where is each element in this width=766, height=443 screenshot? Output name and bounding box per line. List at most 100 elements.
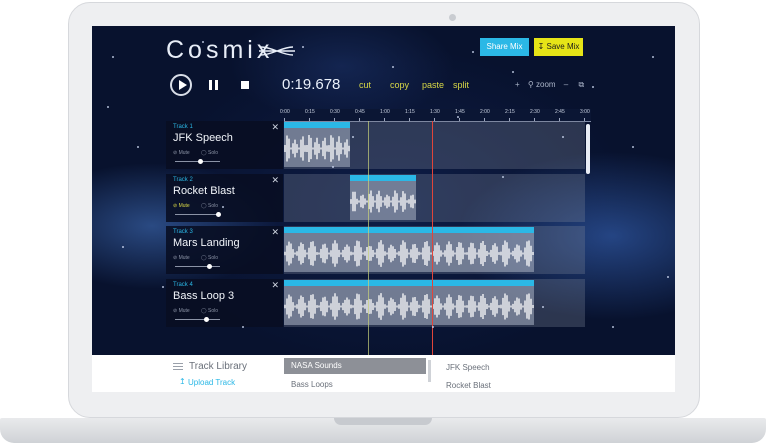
minus-icon[interactable]: –	[564, 80, 568, 89]
search-icon: ⚲	[527, 80, 534, 89]
waveform	[350, 190, 416, 213]
track-lane[interactable]	[284, 279, 585, 327]
volume-knob[interactable]	[204, 317, 209, 322]
star	[457, 116, 459, 118]
solo-label: Solo	[208, 150, 219, 156]
track-lane[interactable]	[284, 226, 585, 274]
solo-label: Solo	[208, 255, 219, 261]
stop-icon[interactable]	[241, 81, 249, 89]
library-title: Track Library	[189, 361, 247, 372]
tick-label: 1:30	[430, 109, 440, 115]
category-nasa-sounds[interactable]: NASA Sounds	[284, 358, 426, 374]
clip-header[interactable]	[284, 122, 350, 128]
clip-header[interactable]	[350, 175, 416, 181]
solo-icon: ◯	[201, 150, 207, 156]
volume-knob[interactable]	[207, 264, 212, 269]
track-lane[interactable]	[284, 174, 585, 222]
mute-toggle[interactable]: ⊘ Mute	[173, 255, 190, 261]
clip-header[interactable]	[284, 227, 534, 233]
star	[302, 46, 304, 48]
library-track-item[interactable]: Rocket Blast	[446, 381, 491, 390]
solo-toggle[interactable]: ◯ Solo	[201, 150, 218, 156]
mute-toggle[interactable]: ⊘ Mute	[173, 203, 190, 209]
track-number: Track 3	[173, 229, 193, 235]
volume-slider[interactable]	[175, 212, 221, 217]
play-icon[interactable]	[170, 74, 192, 96]
volume-knob[interactable]	[216, 212, 221, 217]
star	[122, 246, 124, 248]
mute-icon: ⊘	[173, 150, 178, 156]
volume-slider[interactable]	[175, 317, 220, 322]
audio-clip[interactable]	[284, 280, 534, 325]
laptop-notch	[334, 418, 432, 425]
solo-toggle[interactable]: ◯ Solo	[201, 255, 218, 261]
close-icon[interactable]: ✕	[271, 175, 279, 186]
mute-toggle[interactable]: ⊘ Mute	[173, 308, 190, 314]
volume-slider[interactable]	[175, 264, 220, 269]
library-track-item[interactable]: JFK Speech	[446, 363, 490, 372]
star	[512, 71, 514, 73]
track-name: JFK Speech	[173, 132, 233, 144]
tick-label: 2:00	[480, 109, 490, 115]
track-name: Rocket Blast	[173, 185, 235, 197]
star	[652, 56, 654, 58]
close-icon[interactable]: ✕	[271, 280, 279, 291]
mute-label: Mute	[178, 150, 190, 156]
timeline-scrollbar[interactable]	[586, 124, 590, 174]
save-mix-label: Save Mix	[546, 42, 580, 51]
solo-toggle[interactable]: ◯ Solo	[201, 203, 218, 209]
tick-label: 0:00	[280, 109, 290, 115]
plus-icon[interactable]: +	[515, 80, 520, 89]
track-controls: Track 2 Rocket Blast ✕ ⊘ Mute ◯ Solo	[166, 174, 283, 222]
solo-toggle[interactable]: ◯ Solo	[201, 308, 218, 314]
fit-icon[interactable]: ⧉	[578, 80, 584, 89]
category-bass-loops[interactable]: Bass Loops	[291, 380, 333, 389]
star	[432, 326, 434, 328]
cut-button[interactable]: cut	[359, 80, 371, 90]
solo-icon: ◯	[201, 308, 207, 314]
copy-button[interactable]: copy	[390, 80, 409, 90]
track-number: Track 4	[173, 282, 193, 288]
upload-track-link[interactable]: ↥ Upload Track	[179, 377, 235, 387]
mute-icon: ⊘	[173, 255, 178, 261]
star	[162, 286, 164, 288]
split-button[interactable]: split	[453, 80, 469, 90]
waveform-path	[284, 293, 534, 320]
volume-knob[interactable]	[198, 159, 203, 164]
track-lane[interactable]	[284, 121, 585, 169]
track-controls: Track 1 JFK Speech ✕ ⊘ Mute ◯ Solo	[166, 121, 283, 169]
save-mix-button[interactable]: ↧ Save Mix	[534, 38, 583, 56]
star	[632, 146, 634, 148]
time-display: 0:19.678	[282, 76, 341, 93]
audio-clip[interactable]	[350, 175, 416, 220]
track-number: Track 2	[173, 177, 193, 183]
tick-label: 2:15	[505, 109, 515, 115]
library-scrollbar[interactable]	[428, 360, 431, 382]
share-mix-button[interactable]: Share Mix	[480, 38, 529, 56]
audio-clip[interactable]	[284, 122, 350, 167]
close-icon[interactable]: ✕	[271, 122, 279, 133]
tick-label: 2:45	[555, 109, 565, 115]
solo-label: Solo	[208, 308, 219, 314]
mute-label: Mute	[178, 308, 190, 314]
menu-icon	[173, 363, 183, 371]
star	[107, 106, 109, 108]
track-name: Bass Loop 3	[173, 290, 235, 302]
star	[472, 51, 474, 53]
audio-clip[interactable]	[284, 227, 534, 272]
app-screen: Cosmix Share Mix ↧ Save Mix 0:19.678 cut…	[92, 26, 675, 392]
zoom-label: zoom	[536, 80, 556, 89]
playhead[interactable]	[432, 121, 433, 355]
camera-icon	[449, 14, 456, 21]
star	[137, 146, 139, 148]
upload-icon: ↥	[179, 377, 186, 386]
clip-header[interactable]	[284, 280, 534, 286]
track-library: Track Library ↥ Upload Track NASA Sounds…	[92, 355, 675, 392]
paste-button[interactable]: paste	[422, 80, 444, 90]
mute-toggle[interactable]: ⊘ Mute	[173, 150, 190, 156]
volume-slider[interactable]	[175, 159, 220, 164]
waveform-path	[350, 190, 416, 213]
pause-icon[interactable]	[209, 80, 218, 90]
tick-label: 0:30	[330, 109, 340, 115]
close-icon[interactable]: ✕	[271, 227, 279, 238]
